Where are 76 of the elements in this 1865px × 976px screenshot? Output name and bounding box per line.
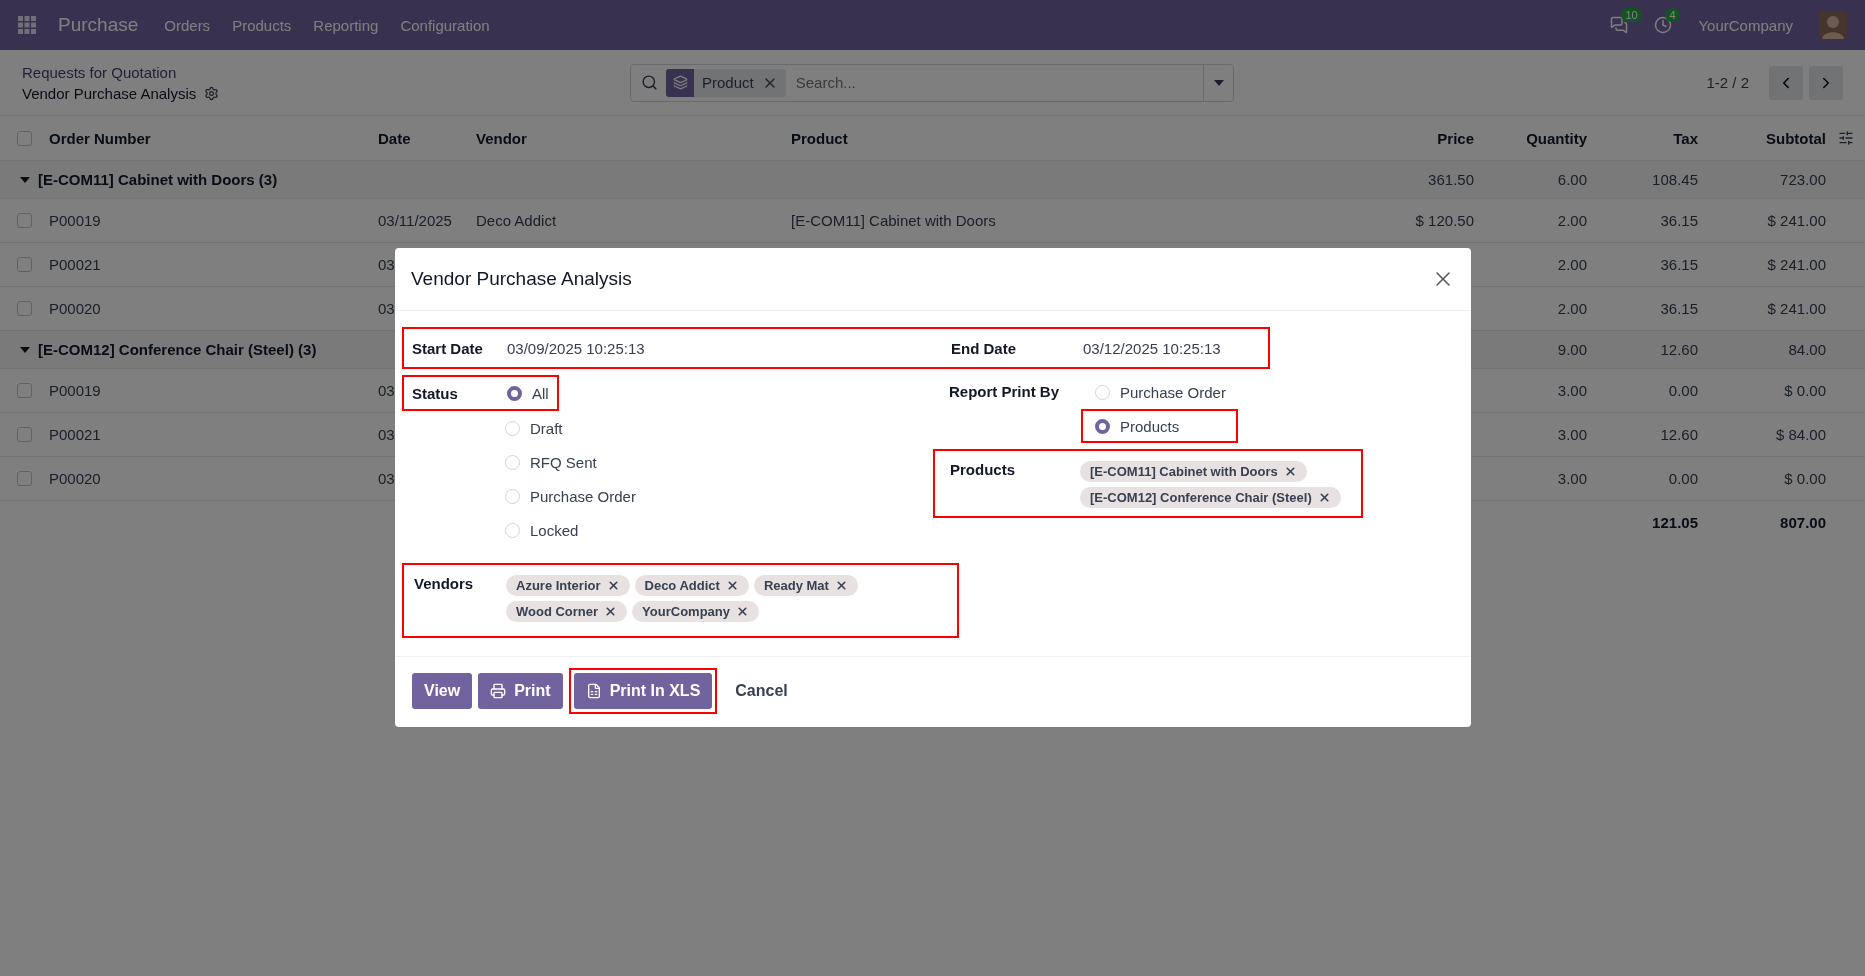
radio-label: All — [532, 384, 549, 402]
tag: Wood Corner — [506, 601, 628, 622]
field-label: Vendors — [414, 575, 475, 594]
count-badge: 4 — [1665, 8, 1680, 22]
table-cell: 84.00 — [1788, 341, 1826, 358]
radio-label: Purchase Order — [1120, 383, 1226, 401]
table-cell: 03 — [378, 470, 395, 487]
column-header: Quantity — [1526, 129, 1587, 147]
table-cell: P00019 — [49, 212, 101, 229]
table-cell: P00020 — [49, 300, 101, 317]
table-cell: $ 0.00 — [1784, 470, 1826, 487]
radio-label: Locked — [530, 521, 579, 539]
tag: Azure Interior — [506, 575, 630, 596]
table-cell: 36.15 — [1660, 256, 1698, 273]
table-cell: P00021 — [49, 256, 101, 273]
table-cell: P00021 — [49, 426, 101, 443]
table-cell: 36.15 — [1660, 300, 1698, 317]
table-cell: P00019 — [49, 382, 101, 399]
radio-label: Purchase Order — [530, 487, 636, 505]
table-cell: 2.00 — [1557, 300, 1587, 317]
pager-value: 1-2 / 2 — [1706, 74, 1749, 91]
field-label: End Date — [951, 339, 1017, 357]
table-cell: 12.60 — [1660, 341, 1698, 358]
column-header: Tax — [1673, 129, 1698, 147]
table-cell: $ 120.50 — [1415, 212, 1474, 229]
column-header: Date — [378, 129, 411, 147]
total-cell: 807.00 — [1780, 513, 1826, 531]
field-label: Start Date — [412, 339, 484, 357]
field-label: Status — [412, 384, 459, 402]
column-header: Vendor — [476, 129, 527, 147]
radio-label: Products — [1120, 417, 1180, 435]
table-cell: 03 — [378, 256, 395, 273]
tag: [E-COM12] Conference Chair (Steel) — [1080, 487, 1341, 508]
table-cell: 03 — [378, 426, 395, 443]
table-cell: 3.00 — [1557, 382, 1587, 399]
tag: Deco Addict — [634, 575, 749, 596]
table-cell: 03 — [378, 382, 395, 399]
table-cell: 12.60 — [1660, 426, 1698, 443]
table-cell: 0.00 — [1668, 470, 1698, 487]
table-cell: Deco Addict — [476, 212, 557, 229]
column-header: Price — [1437, 129, 1474, 147]
table-cell: 03 — [378, 300, 395, 317]
table-cell: 03/11/2025 — [378, 212, 452, 229]
radio-label: RFQ Sent — [530, 453, 597, 471]
table-cell: 3.00 — [1557, 470, 1587, 487]
table-cell: 361.50 — [1428, 171, 1474, 188]
table-cell: 6.00 — [1557, 171, 1587, 188]
table-cell: 723.00 — [1780, 171, 1826, 188]
table-cell: 2.00 — [1557, 256, 1587, 273]
field-label: Report Print By — [949, 383, 1060, 402]
page-title: Vendor Purchase Analysis — [22, 84, 197, 102]
table-cell: 36.15 — [1660, 212, 1698, 229]
radio-label: Draft — [530, 419, 563, 437]
column-header: Subtotal — [1766, 129, 1826, 147]
table-cell: $ 241.00 — [1767, 256, 1826, 273]
tag: Ready Mat — [753, 575, 858, 596]
tag: [E-COM11] Cabinet with Doors — [1080, 461, 1307, 482]
column-header: Product — [791, 129, 848, 147]
table-cell: $ 241.00 — [1767, 300, 1826, 317]
table-cell: [E-COM11] Cabinet with Doors — [791, 212, 996, 229]
app-name: Purchase — [58, 14, 139, 36]
table-cell: P00020 — [49, 470, 101, 487]
table-cell: 3.00 — [1557, 426, 1587, 443]
table-cell: 2.00 — [1557, 212, 1587, 229]
tag: YourCompany — [632, 601, 759, 622]
table-cell: $ 84.00 — [1775, 426, 1826, 443]
dialog-title: Vendor Purchase Analysis — [411, 268, 632, 290]
total-cell: 121.05 — [1652, 513, 1698, 531]
table-cell: 0.00 — [1668, 382, 1698, 399]
table-cell: 108.45 — [1652, 171, 1698, 188]
table-cell: 9.00 — [1557, 341, 1587, 358]
table-cell: $ 0.00 — [1784, 382, 1826, 399]
table-cell: $ 241.00 — [1767, 212, 1826, 229]
count-badge: 10 — [1621, 8, 1642, 22]
field-label: Products — [950, 461, 1016, 480]
column-header: Order Number — [49, 129, 151, 147]
